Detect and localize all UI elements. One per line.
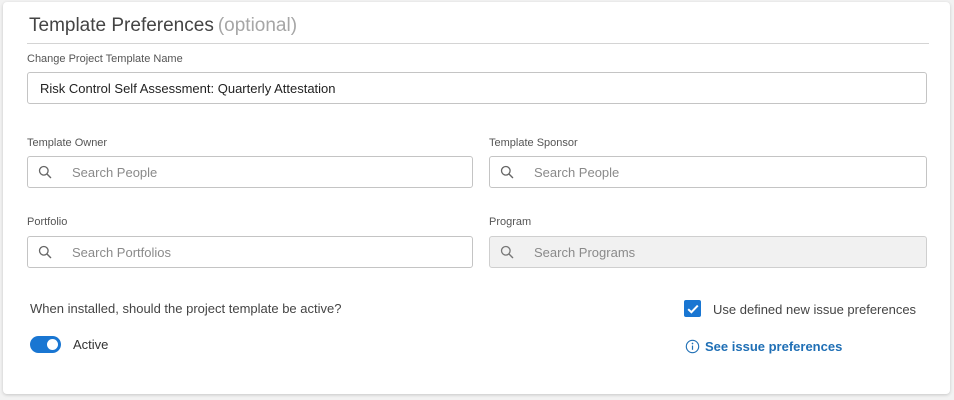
- portfolio-input[interactable]: Search Portfolios: [27, 236, 473, 268]
- template-sponsor-placeholder: Search People: [534, 164, 620, 180]
- issue-preferences-label: Use defined new issue preferences: [713, 302, 917, 317]
- template-sponsor-label: Template Sponsor: [489, 137, 578, 149]
- portfolio-placeholder: Search Portfolios: [72, 244, 171, 260]
- portfolio-label: Portfolio: [27, 216, 68, 228]
- template-name-value: Risk Control Self Assessment: Quarterly …: [40, 80, 336, 96]
- template-sponsor-input[interactable]: Search People: [489, 156, 927, 188]
- program-label: Program: [489, 216, 532, 228]
- template-name-input[interactable]: Risk Control Self Assessment: Quarterly …: [27, 72, 927, 104]
- search-icon: [37, 164, 53, 180]
- section-title: Template Preferences (optional): [29, 15, 297, 37]
- title-divider: [27, 43, 929, 44]
- see-issue-preferences-text: See issue preferences: [705, 339, 843, 354]
- check-icon: [687, 304, 699, 314]
- issue-preferences-checkbox[interactable]: [684, 300, 701, 317]
- search-icon: [37, 244, 53, 260]
- template-name-label: Change Project Template Name: [27, 53, 183, 65]
- template-preferences-card: Template Preferences (optional) Change Pr…: [3, 2, 950, 394]
- search-icon: [499, 164, 515, 180]
- toggle-knob: [47, 339, 58, 350]
- program-input: Search Programs: [489, 236, 927, 268]
- template-owner-label: Template Owner: [27, 137, 108, 149]
- program-placeholder: Search Programs: [534, 244, 636, 260]
- active-question: When installed, should the project templ…: [30, 301, 342, 316]
- active-toggle[interactable]: [30, 336, 61, 353]
- see-issue-preferences-link[interactable]: See issue preferences: [685, 339, 842, 354]
- optional-tag: (optional): [217, 15, 298, 36]
- template-owner-placeholder: Search People: [72, 164, 158, 180]
- info-icon: [685, 339, 700, 354]
- search-icon: [499, 244, 515, 260]
- template-owner-input[interactable]: Search People: [27, 156, 473, 188]
- section-title-text: Template Preferences: [29, 15, 214, 36]
- active-toggle-label: Active: [73, 337, 109, 352]
